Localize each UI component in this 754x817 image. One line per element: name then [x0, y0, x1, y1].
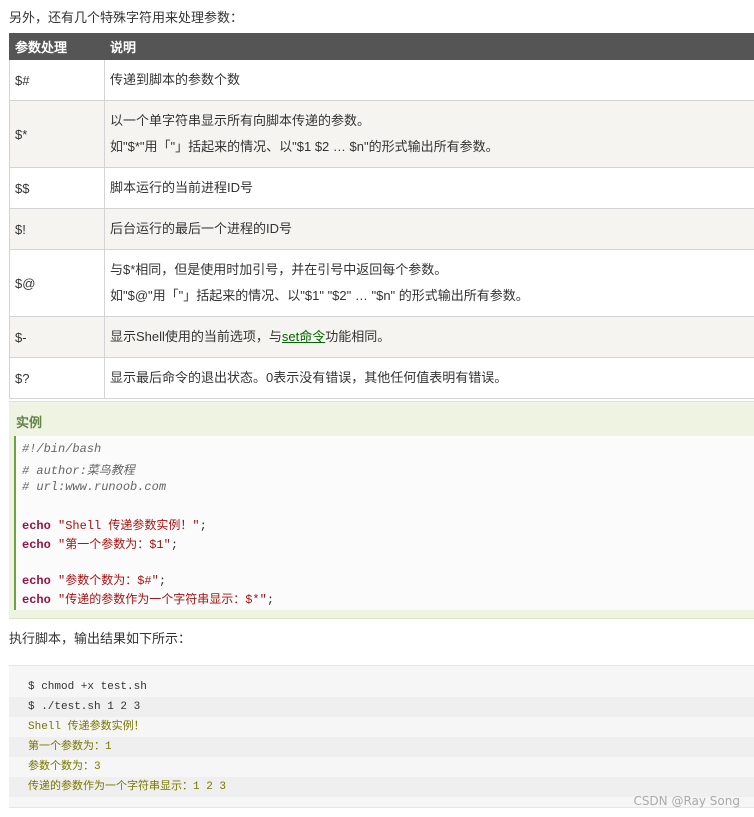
code-end: ; [170, 538, 179, 552]
output-line: Shell 传递参数实例！ [9, 717, 754, 737]
code-statement: echo "第一个参数为：$1"; [22, 535, 178, 552]
param-cell: $? [9, 357, 105, 399]
example-block: 实例 #!/bin/bash # author:菜鸟教程 # url:www.r… [9, 401, 754, 619]
table-row: $- 显示Shell使用的当前选项，与set命令功能相同。 [9, 316, 754, 358]
desc-cell: 脚本运行的当前进程ID号 [104, 167, 754, 209]
param-cell: $- [9, 316, 105, 358]
desc-line: 如"$@"用「"」括起来的情况、以"$1" "$2" … "$n" 的形式输出所… [110, 288, 529, 303]
set-command-link[interactable]: set命令 [282, 329, 325, 344]
code-keyword: echo [22, 519, 51, 533]
desc-line: 传递到脚本的参数个数 [110, 72, 241, 87]
code-comment: #!/bin/bash [22, 442, 102, 456]
desc-text-after: 功能相同。 [325, 329, 391, 344]
code-keyword: echo [22, 538, 51, 552]
output-line: $ chmod +x test.sh [9, 677, 754, 697]
param-cell: $* [9, 100, 105, 168]
output-line: 参数个数为：3 [9, 757, 754, 777]
code-end: ; [199, 519, 207, 533]
output-line: 第一个参数为：1 [9, 737, 754, 757]
code-end: ; [158, 574, 167, 588]
code-string: "参数个数为：$#" [58, 574, 159, 588]
desc-cell: 传递到脚本的参数个数 [104, 59, 754, 101]
desc-line: 以一个单字符串显示所有向脚本传递的参数。 [110, 113, 371, 128]
code-string: "第一个参数为：$1" [58, 538, 171, 552]
output-text: Shell 传递参数实例！ [28, 721, 145, 733]
desc-cell: 显示Shell使用的当前选项，与set命令功能相同。 [104, 316, 754, 358]
param-cell: $$ [9, 167, 105, 209]
table-row: $@ 与$*相同，但是使用时加引号，并在引号中返回每个参数。 如"$@"用「"」… [9, 249, 754, 317]
code-end: ; [266, 593, 275, 607]
code-string: "Shell 传递参数实例！" [58, 519, 200, 533]
desc-cell: 显示最后命令的退出状态。0表示没有错误，其他任何值表明有错误。 [104, 357, 754, 399]
code-keyword: echo [22, 593, 51, 607]
code-string: "传递的参数作为一个字符串显示：$*" [58, 593, 267, 607]
table-row: $$ 脚本运行的当前进程ID号 [9, 167, 754, 209]
table-row: $? 显示最后命令的退出状态。0表示没有错误，其他任何值表明有错误。 [9, 357, 754, 399]
desc-line: 显示最后命令的退出状态。0表示没有错误，其他任何值表明有错误。 [110, 370, 508, 385]
output-line: $ ./test.sh 1 2 3 [9, 697, 754, 717]
desc-cell: 与$*相同，但是使用时加引号，并在引号中返回每个参数。 如"$@"用「"」括起来… [104, 249, 754, 317]
param-cell: $@ [9, 249, 105, 317]
output-text: $ chmod +x test.sh [28, 681, 147, 693]
header-desc: 说明 [104, 33, 754, 60]
desc-cell: 后台运行的最后一个进程的ID号 [104, 208, 754, 250]
param-cell: $# [9, 59, 105, 101]
example-title: 实例 [16, 415, 43, 430]
output-text: 参数个数为：3 [28, 761, 101, 773]
desc-line: 如"$*"用「"」括起来的情况、以"$1 $2 … $n"的形式输出所有参数。 [110, 139, 499, 154]
table-row: $# 传递到脚本的参数个数 [9, 59, 754, 101]
desc-line: 与$*相同，但是使用时加引号，并在引号中返回每个参数。 [110, 262, 448, 277]
run-description: 执行脚本，输出结果如下所示： [9, 631, 192, 646]
desc-line: 脚本运行的当前进程ID号 [110, 180, 254, 195]
code-comment: # url:www.runoob.com [22, 480, 167, 494]
code-statement: echo "Shell 传递参数实例！"; [22, 516, 207, 533]
table-row: $! 后台运行的最后一个进程的ID号 [9, 208, 754, 250]
table-header-row: 参数处理 说明 [9, 33, 754, 60]
code-statement: echo "传递的参数作为一个字符串显示：$*"; [22, 590, 274, 607]
desc-text-before: 显示Shell使用的当前选项，与 [110, 329, 282, 344]
csdn-watermark: CSDN @Ray Song [633, 794, 740, 808]
param-cell: $! [9, 208, 105, 250]
special-params-table: 参数处理 说明 $# 传递到脚本的参数个数 $* 以一个单字符串显示所有向脚本传… [9, 33, 754, 399]
table-row: $* 以一个单字符串显示所有向脚本传递的参数。 如"$*"用「"」括起来的情况、… [9, 100, 754, 168]
code-box[interactable]: #!/bin/bash # author:菜鸟教程 # url:www.runo… [14, 436, 754, 610]
header-param: 参数处理 [9, 33, 105, 60]
code-keyword: echo [22, 574, 51, 588]
output-text: 传递的参数作为一个字符串显示：1 2 3 [28, 781, 227, 793]
desc-line: 后台运行的最后一个进程的ID号 [110, 221, 293, 236]
code-statement: echo "参数个数为：$#"; [22, 571, 166, 588]
desc-cell: 以一个单字符串显示所有向脚本传递的参数。 如"$*"用「"」括起来的情况、以"$… [104, 100, 754, 168]
intro-text: 另外，还有几个特殊字符用来处理参数： [9, 10, 244, 25]
output-text: $ ./test.sh 1 2 3 [28, 701, 141, 713]
output-text: 第一个参数为：1 [28, 741, 112, 753]
output-block[interactable]: $ chmod +x test.sh $ ./test.sh 1 2 3 She… [9, 665, 754, 808]
code-comment: # author:菜鸟教程 [22, 464, 135, 478]
